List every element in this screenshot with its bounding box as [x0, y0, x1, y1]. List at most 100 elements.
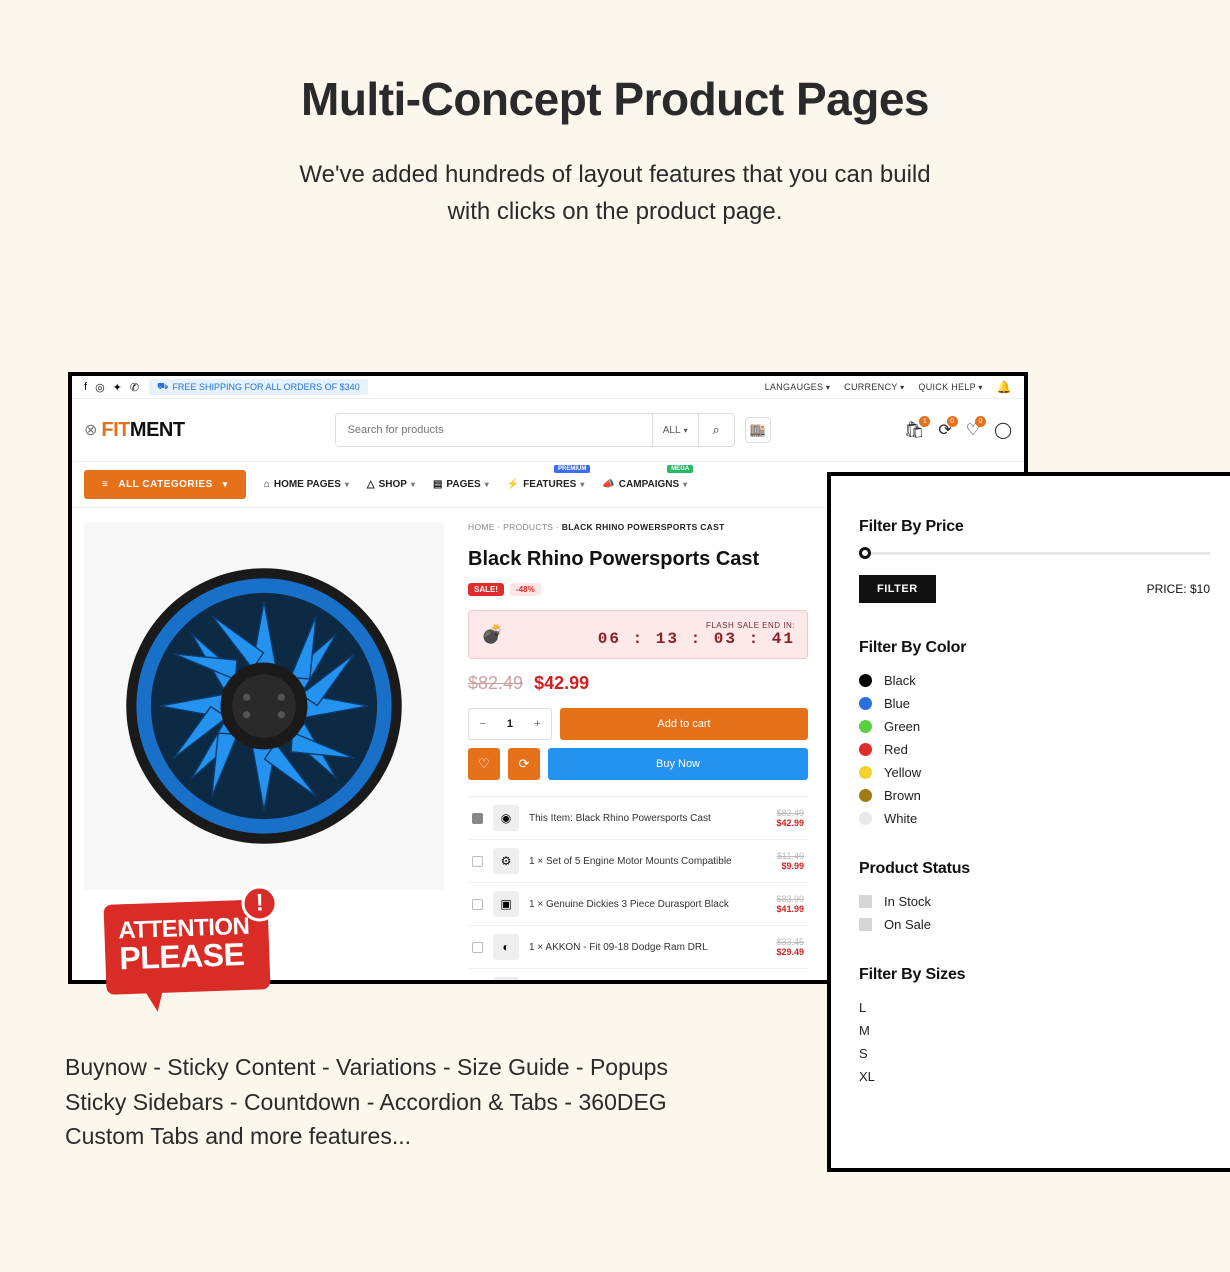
crumb-home[interactable]: HOME — [468, 522, 495, 532]
store-locator-button[interactable]: 🏬 — [745, 417, 771, 443]
account-icon[interactable]: ◯ — [994, 420, 1012, 440]
logo-mark-icon: ⊗ — [84, 420, 97, 440]
hamburger-icon: ≡ — [102, 479, 108, 490]
bundle-price-old: $33.45 — [776, 937, 804, 947]
all-categories-button[interactable]: ≡ ALL CATEGORIES — [84, 470, 246, 499]
search-button[interactable]: ⌕ — [698, 414, 734, 446]
bag-icon: △ — [367, 479, 375, 490]
product-image[interactable] — [84, 522, 444, 890]
bundle-price-new: $29.49 — [776, 947, 804, 957]
size-filter-option[interactable]: L — [859, 1000, 1210, 1015]
crumb-current: BLACK RHINO POWERSPORTS CAST — [562, 522, 725, 532]
bundle-thumb: ⚙ — [493, 848, 519, 874]
product-title: Black Rhino Powersports Cast — [468, 548, 808, 571]
crumb-products[interactable]: PRODUCTS — [503, 522, 553, 532]
search-category-dropdown[interactable]: ALL — [652, 414, 698, 446]
bundle-label: This Item: Black Rhino Powersports Cast — [529, 812, 766, 825]
buy-now-button[interactable]: Buy Now — [548, 748, 808, 780]
filter-panel: Filter By Price FILTER PRICE: $10 Filter… — [827, 472, 1230, 1172]
bundle-checkbox[interactable] — [472, 813, 483, 824]
status-filter-option[interactable]: On Sale — [859, 917, 1210, 932]
facebook-icon[interactable]: f — [84, 381, 87, 394]
color-filter-option[interactable]: Green — [859, 719, 1210, 734]
size-filter-option[interactable]: XL — [859, 1069, 1210, 1084]
slider-thumb[interactable] — [859, 547, 871, 559]
color-swatch-icon — [859, 766, 872, 779]
languages-dropdown[interactable]: LANGAUGES — [765, 382, 831, 392]
store-icon: 🏬 — [749, 422, 765, 438]
color-filter-option[interactable]: Black — [859, 673, 1210, 688]
color-label: Brown — [884, 788, 921, 803]
bundle-item[interactable]: ◉This Item: Black Rhino Powersports Cast… — [468, 797, 808, 840]
wishlist-button[interactable]: ♡ — [468, 748, 500, 780]
compare-icon[interactable]: ⟳0 — [938, 420, 951, 440]
color-swatch-icon — [859, 697, 872, 710]
bundle-thumb: ◧ — [493, 977, 519, 984]
bomb-icon: 💣 — [481, 624, 503, 645]
bundle-item[interactable]: ◐1 × AKKON - Fit 09-18 Dodge Ram DRL$33.… — [468, 926, 808, 969]
color-label: Black — [884, 673, 916, 688]
qty-plus[interactable]: + — [524, 718, 551, 730]
nav-pages[interactable]: ▤PAGES — [433, 479, 489, 490]
logo[interactable]: ⊗ FITMENT — [84, 419, 185, 442]
bundle-price-old: $11.49 — [777, 851, 804, 861]
color-label: White — [884, 811, 917, 826]
add-to-cart-button[interactable]: Add to cart — [560, 708, 808, 740]
price: $82.49 $42.99 — [468, 673, 808, 694]
bundle-checkbox[interactable] — [472, 942, 483, 953]
bundle-checkbox[interactable] — [472, 899, 483, 910]
twitter-icon[interactable]: ✦ — [113, 381, 122, 394]
status-label: In Stock — [884, 894, 931, 909]
refresh-icon: ⟳ — [519, 756, 530, 772]
search-input[interactable] — [336, 414, 652, 446]
size-filter-option[interactable]: S — [859, 1046, 1210, 1061]
color-filter-option[interactable]: Brown — [859, 788, 1210, 803]
color-label: Blue — [884, 696, 910, 711]
nav-features[interactable]: ⚡FEATURESPREMIUM — [507, 479, 585, 490]
price-old: $82.49 — [468, 673, 523, 693]
price-slider[interactable] — [859, 552, 1210, 555]
wishlist-icon[interactable]: ♡0 — [966, 420, 980, 440]
status-filter-option[interactable]: In Stock — [859, 894, 1210, 909]
bundle-label: 1 × Set of 5 Engine Motor Mounts Compati… — [529, 855, 767, 868]
bundle-checkbox[interactable] — [472, 856, 483, 867]
color-filter-option[interactable]: White — [859, 811, 1210, 826]
bundle-price-old: $82.49 — [776, 808, 804, 818]
whatsapp-icon[interactable]: ✆ — [130, 381, 139, 394]
compare-button[interactable]: ⟳ — [508, 748, 540, 780]
features-list-text: Buynow - Sticky Content - Variations - S… — [65, 1050, 668, 1154]
bundle-label: 1 × AKKON - Fit 09-18 Dodge Ram DRL — [529, 941, 766, 954]
mega-badge: MEGA — [667, 465, 693, 473]
color-swatch-icon — [859, 789, 872, 802]
size-filter-option[interactable]: M — [859, 1023, 1210, 1038]
filter-button[interactable]: FILTER — [859, 575, 936, 603]
instagram-icon[interactable]: ◎ — [95, 381, 105, 394]
cart-icon[interactable]: 🛍1 — [904, 420, 924, 440]
quick-help-dropdown[interactable]: QUICK HELP — [918, 382, 982, 392]
color-label: Red — [884, 742, 908, 757]
top-strip: f ◎ ✦ ✆ ⛟ FREE SHIPPING FOR ALL ORDERS O… — [72, 376, 1024, 399]
color-filter-option[interactable]: Yellow — [859, 765, 1210, 780]
currency-dropdown[interactable]: CURRENCY — [844, 382, 904, 392]
bundle-item[interactable]: ⚙ 1 × Set of 5 Engine Motor Mounts Compat… — [468, 840, 808, 883]
bundle-item[interactable]: ◧1 × Maxpeedingrods Coilovers$41.99 — [468, 969, 808, 984]
nav-campaigns[interactable]: 📣CAMPAIGNSMEGA — [602, 479, 687, 490]
flash-icon: ⚡ — [507, 479, 519, 490]
color-filter-option[interactable]: Blue — [859, 696, 1210, 711]
color-label: Green — [884, 719, 920, 734]
filter-size-heading: Filter By Sizes — [859, 966, 1210, 984]
bundle-item[interactable]: ▣1 × Genuine Dickies 3 Piece Durasport B… — [468, 883, 808, 926]
free-shipping-banner: ⛟ FREE SHIPPING FOR ALL ORDERS OF $340 — [149, 379, 368, 395]
nav-home-pages[interactable]: ⌂HOME PAGES — [264, 479, 349, 490]
flash-sale-label: FLASH SALE END IN: — [598, 621, 795, 630]
price-range-label: PRICE: $10 — [1147, 582, 1210, 596]
truck-icon: ⛟ — [157, 381, 168, 393]
social-icons: f ◎ ✦ ✆ — [84, 381, 139, 394]
qty-minus[interactable]: − — [469, 718, 496, 730]
notifications-icon[interactable]: 🔔 — [997, 380, 1012, 394]
nav-shop[interactable]: △SHOP — [367, 479, 415, 490]
color-filter-option[interactable]: Red — [859, 742, 1210, 757]
flash-sale-banner: 💣 FLASH SALE END IN: 06 : 13 : 03 : 41 — [468, 610, 808, 659]
quantity-stepper[interactable]: − 1 + — [468, 708, 552, 740]
filter-price-heading: Filter By Price — [859, 518, 1210, 536]
